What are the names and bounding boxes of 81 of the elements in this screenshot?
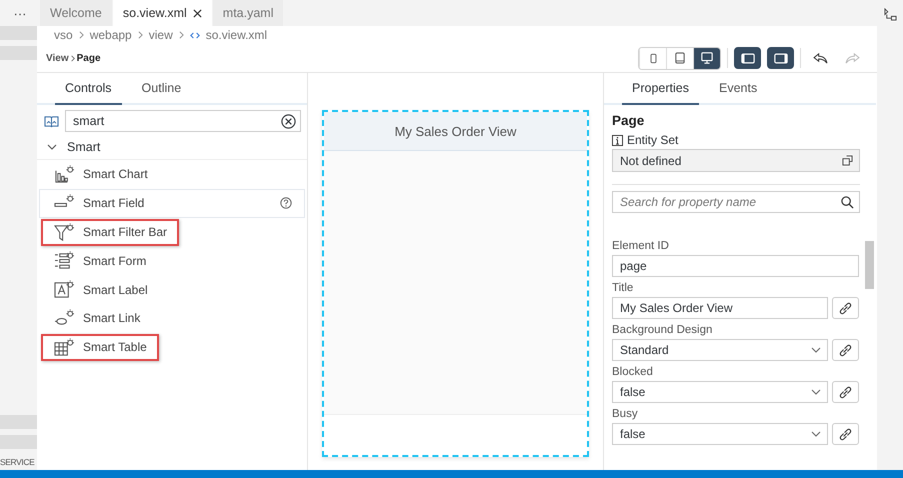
text-field[interactable]: My Sales Order View <box>612 297 828 319</box>
tree-icon[interactable] <box>882 8 898 21</box>
dropdown[interactable]: false <box>612 381 828 403</box>
label-control-icon <box>54 280 75 300</box>
book-icon[interactable] <box>44 114 59 128</box>
text-field[interactable]: page <box>612 255 859 277</box>
table-control-icon <box>54 338 75 357</box>
editor-tab[interactable]: so.view.xml <box>112 0 212 26</box>
help-icon[interactable] <box>280 197 292 210</box>
view-path-link[interactable]: View <box>46 52 69 64</box>
chevron-icon <box>138 31 143 39</box>
chevron-icon <box>178 31 184 39</box>
scrollbar-thumb[interactable] <box>865 241 874 289</box>
page-header: My Sales Order View <box>324 112 587 151</box>
field-label: Blocked <box>612 366 654 378</box>
control-list-item[interactable]: Smart Link <box>39 304 305 333</box>
panel-tab[interactable]: Properties <box>622 73 699 105</box>
link-icon <box>839 386 852 398</box>
panel-tab[interactable]: Outline <box>132 73 192 105</box>
control-list-item[interactable]: Smart Label <box>39 275 305 304</box>
breadcrumb-item[interactable]: vso <box>54 28 73 42</box>
right-panel-toggle[interactable] <box>767 47 794 69</box>
chart-control-icon <box>54 164 75 184</box>
binding-button[interactable] <box>832 339 859 361</box>
undo-icon <box>812 52 828 64</box>
clear-icon[interactable] <box>281 114 296 128</box>
overflow-menu[interactable]: ··· <box>0 0 40 26</box>
info-icon[interactable] <box>612 134 623 146</box>
control-list-item[interactable]: Smart Filter Bar <box>39 218 305 246</box>
control-list-item[interactable]: Smart Field <box>39 188 305 218</box>
copy-icon[interactable] <box>842 155 853 166</box>
breadcrumb-item[interactable]: webapp <box>90 28 132 42</box>
entity-set-field[interactable]: Not defined <box>612 149 860 172</box>
left-panel-toggle[interactable] <box>734 47 761 69</box>
field-label: Background Design <box>612 324 714 336</box>
breadcrumb-item[interactable]: so.view.xml <box>206 28 268 42</box>
chevron-down-icon <box>811 389 821 395</box>
control-list-item[interactable]: Smart Form <box>39 246 305 276</box>
chevron-icon <box>70 54 75 62</box>
monitor-icon <box>701 52 713 64</box>
binding-button[interactable] <box>832 381 859 403</box>
view-path-current: Page <box>76 52 101 64</box>
panel-left-icon <box>740 52 754 64</box>
chevron-down-icon <box>811 347 821 353</box>
chevron-icon <box>78 31 84 39</box>
binding-button[interactable] <box>832 297 859 319</box>
panel-tab[interactable]: Controls <box>55 73 122 105</box>
binding-button[interactable] <box>832 423 859 445</box>
search-field[interactable]: smart <box>65 110 301 132</box>
panel-tab[interactable]: Events <box>708 73 768 105</box>
panel-right-icon <box>774 52 788 64</box>
tablet-icon <box>675 52 685 64</box>
editor-tab[interactable]: Welcome <box>40 0 112 26</box>
link-icon <box>839 428 852 440</box>
control-list-item[interactable]: Smart Table <box>39 332 305 362</box>
editor-tab[interactable]: mta.yaml <box>212 0 284 26</box>
section-label: SERVICE <box>0 456 36 469</box>
group-header[interactable]: Smart <box>37 135 307 160</box>
property-search-field[interactable]: Search for property name <box>612 191 860 213</box>
filter-control-icon <box>54 222 75 242</box>
code-icon <box>190 32 200 38</box>
form-control-icon <box>54 251 75 270</box>
control-list-item[interactable]: Smart Chart <box>39 160 305 189</box>
link-icon <box>839 302 852 314</box>
field-label: Title <box>612 282 634 294</box>
search-icon[interactable] <box>841 196 854 209</box>
control-heading: Page <box>612 113 646 128</box>
field-label: Busy <box>612 408 639 420</box>
chevron-down-icon <box>811 431 821 437</box>
dropdown[interactable]: Standard <box>612 339 828 361</box>
redo-icon <box>844 52 860 64</box>
close-icon[interactable] <box>192 8 202 18</box>
phone-icon <box>650 52 656 64</box>
field-label: Entity Set <box>627 133 678 147</box>
link-icon <box>839 344 852 356</box>
field-label: Element ID <box>612 240 670 252</box>
desktop-view-button[interactable] <box>693 48 720 68</box>
dropdown[interactable]: false <box>612 423 828 445</box>
breadcrumb-item[interactable]: view <box>148 28 173 42</box>
page-preview[interactable]: My Sales Order View <box>322 110 589 457</box>
chevron-icon <box>47 144 57 150</box>
